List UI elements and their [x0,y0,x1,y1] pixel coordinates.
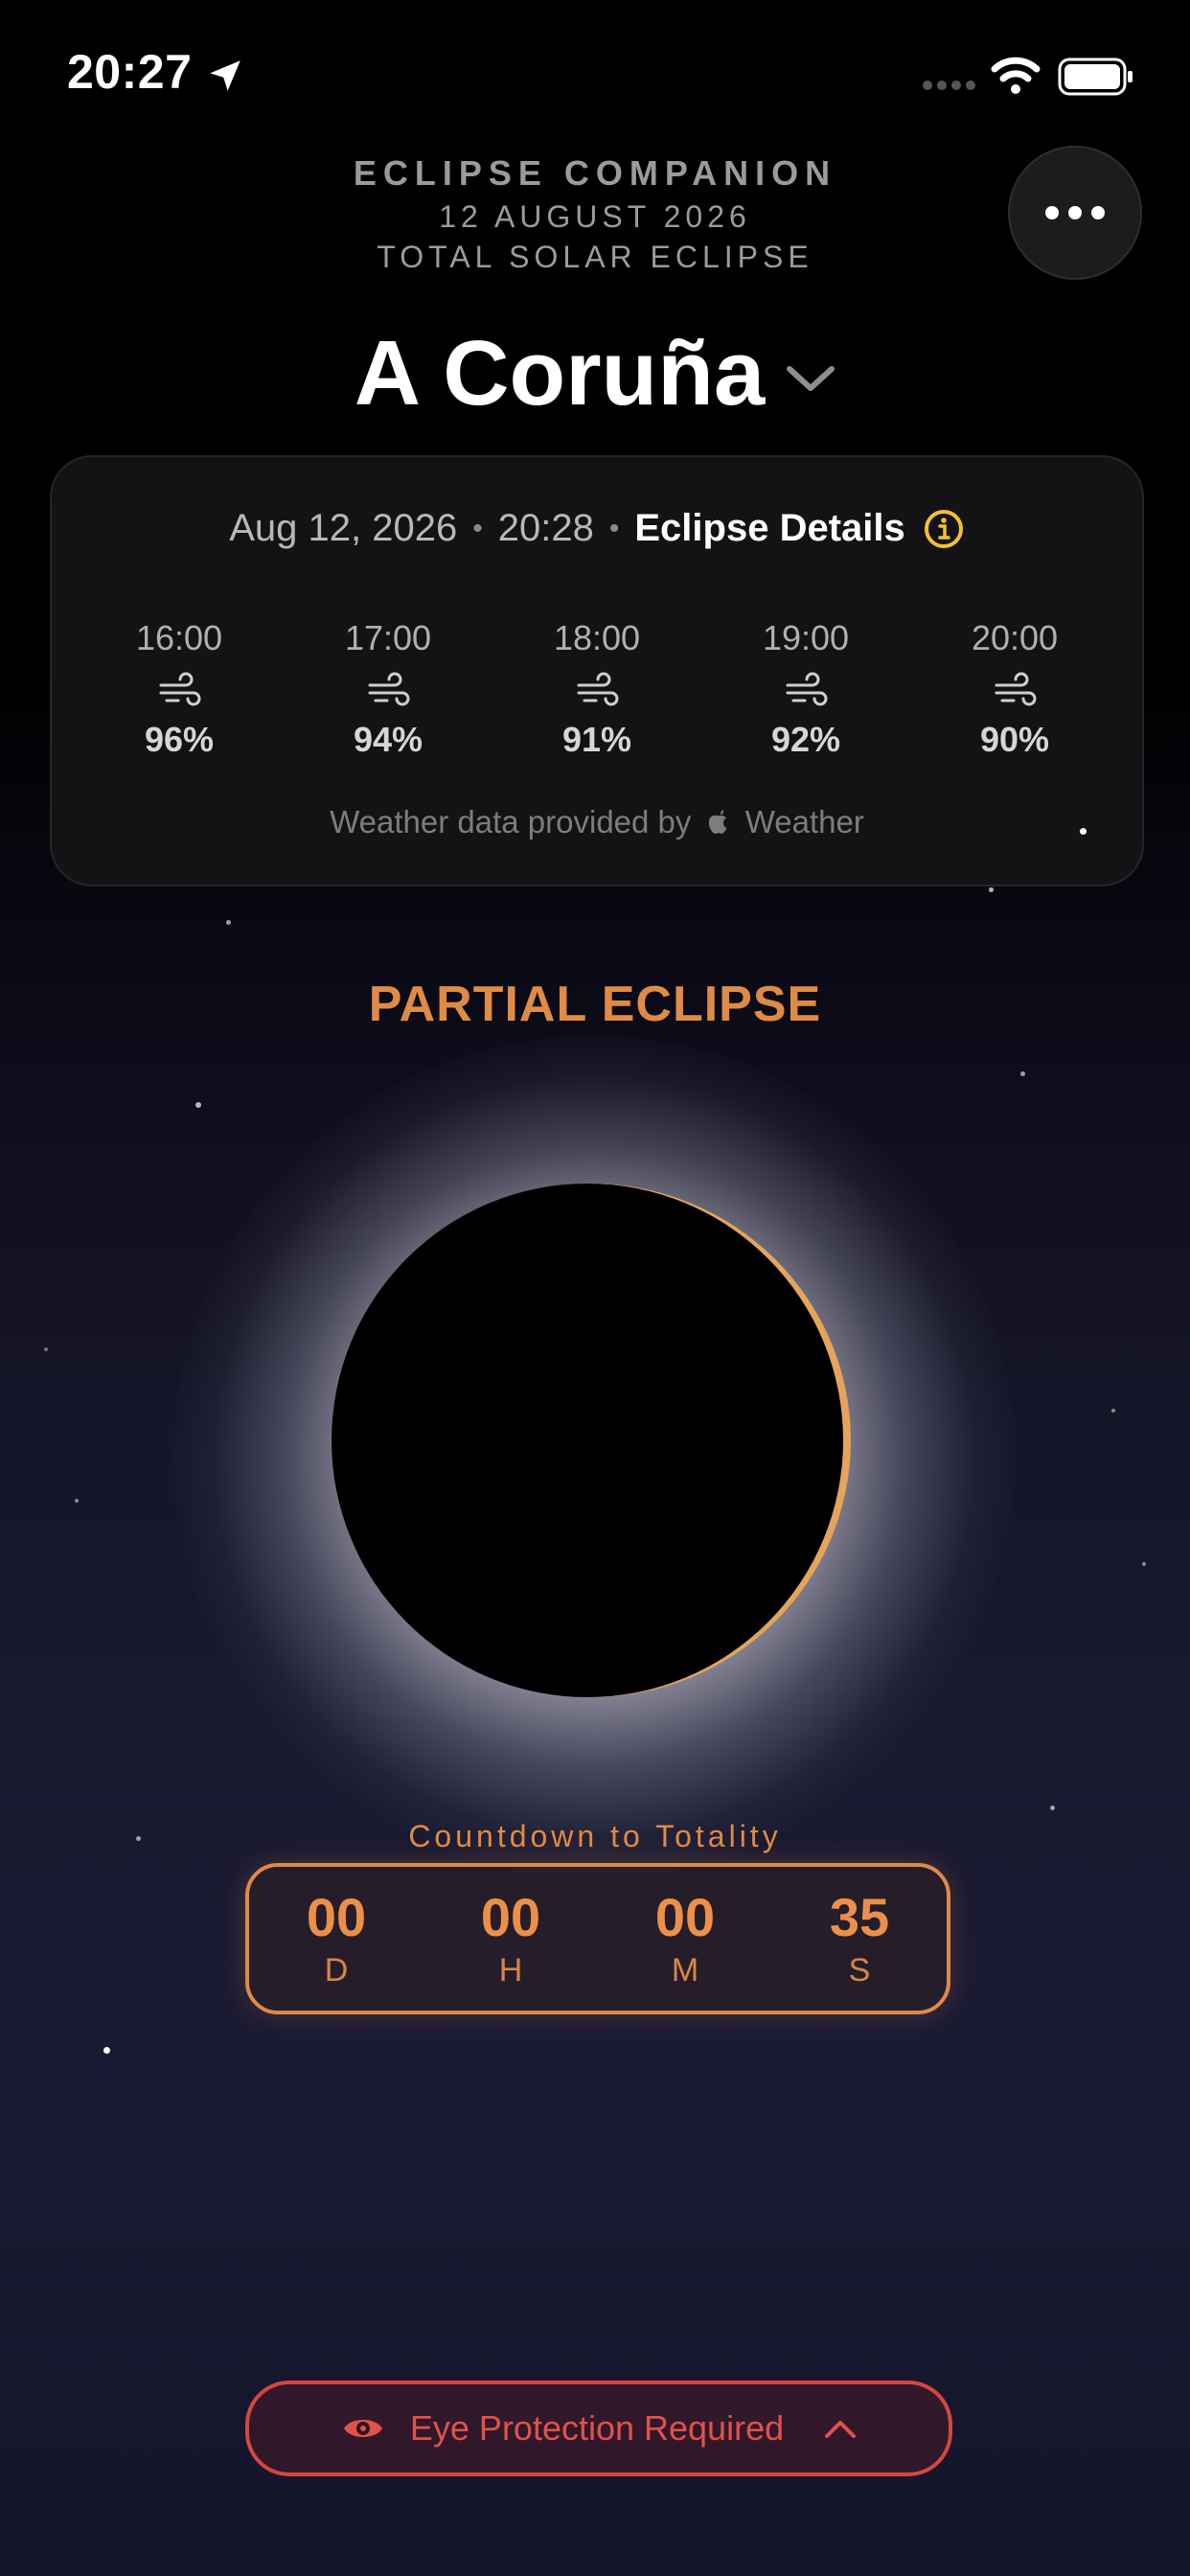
city-name: A Coruña [354,322,766,425]
hour-value: 90% [979,720,1050,759]
hour-time: 16:00 [135,618,223,657]
hour-time: 20:00 [971,618,1059,657]
battery-icon [1058,58,1133,96]
wind-icon [786,672,828,706]
location-selector[interactable]: A Coruña [0,316,1190,431]
countdown-hours: 00 H [423,1867,598,2011]
countdown-value: 00 [480,1887,541,1947]
moon-disc [332,1184,843,1697]
event-type: TOTAL SOLAR ECLIPSE [377,240,813,274]
eye-protection-label: Eye Protection Required [409,2408,785,2448]
star [75,1499,79,1503]
countdown-value: 00 [654,1887,716,1947]
countdown-unit: S [848,1952,871,1989]
countdown-unit: H [498,1952,523,1989]
chevron-up-icon [825,2421,857,2438]
hour-time: 18:00 [553,618,641,657]
cellular-signal-icon [923,80,975,90]
star [989,887,994,892]
hour-forecast: 18:00 91% [492,618,701,760]
chevron-down-icon [787,366,835,391]
attribution-prefix: Weather data provided by [330,804,692,840]
countdown-value: 35 [829,1887,890,1947]
ellipsis-icon [1045,206,1105,219]
star [103,2047,110,2054]
wifi-icon [991,57,1041,94]
forecast-time: 20:28 [497,507,594,549]
hour-forecast: 19:00 92% [701,618,910,760]
countdown-unit: M [671,1952,699,1989]
weather-attribution[interactable]: Weather data provided by Weather [52,804,1142,840]
star [1142,1562,1146,1566]
countdown-days: 00 D [249,1867,423,2011]
hour-forecast: 20:00 90% [910,618,1119,760]
location-arrow-icon [210,60,240,91]
star [1050,1806,1055,1810]
star [226,920,231,925]
attribution-suffix: Weather [744,804,864,840]
forecast-date: Aug 12, 2026 [229,507,458,549]
eclipse-details-link[interactable]: Eclipse Details [634,507,904,550]
card-header: Aug 12, 2026 • 20:28 • Eclipse Details [52,507,1142,550]
info-icon[interactable] [923,508,965,550]
eclipse-phase-label: PARTIAL ECLIPSE [368,977,822,1032]
star [1080,828,1087,835]
weather-card: Aug 12, 2026 • 20:28 • Eclipse Details 1… [50,455,1144,886]
star [1111,1409,1115,1413]
eye-warning-icon [343,2420,382,2437]
hour-forecast: 16:00 96% [75,618,284,760]
hour-value: 92% [770,720,841,759]
hour-value: 94% [353,720,423,759]
countdown-timer: 00 D 00 H 00 M 35 S [245,1863,950,2014]
wind-icon [577,672,619,706]
countdown-minutes: 00 M [598,1867,772,2011]
separator: • [608,512,620,544]
hour-time: 19:00 [762,618,850,657]
apple-logo-icon [708,810,727,834]
star [44,1347,48,1351]
hour-value: 96% [144,720,215,759]
eye-protection-button[interactable]: Eye Protection Required [245,2380,952,2476]
countdown-label: Countdown to Totality [408,1819,782,1853]
wind-icon [159,672,201,706]
wind-icon [368,672,410,706]
countdown-unit: D [324,1952,349,1989]
star [1020,1071,1025,1076]
countdown-seconds: 35 S [772,1867,947,2011]
app-title: ECLIPSE COMPANION [353,153,837,193]
status-time: 20:27 [67,45,193,99]
countdown-value: 00 [306,1887,367,1947]
wind-icon [995,672,1037,706]
hour-value: 91% [561,720,632,759]
hour-time: 17:00 [344,618,432,657]
hour-forecast: 17:00 94% [284,618,492,760]
more-options-button[interactable] [1008,146,1142,280]
hourly-forecast: 16:00 96% 17:00 94% 18:00 91% 19:00 92% … [75,618,1119,760]
separator: • [472,512,483,544]
star [195,1102,201,1108]
